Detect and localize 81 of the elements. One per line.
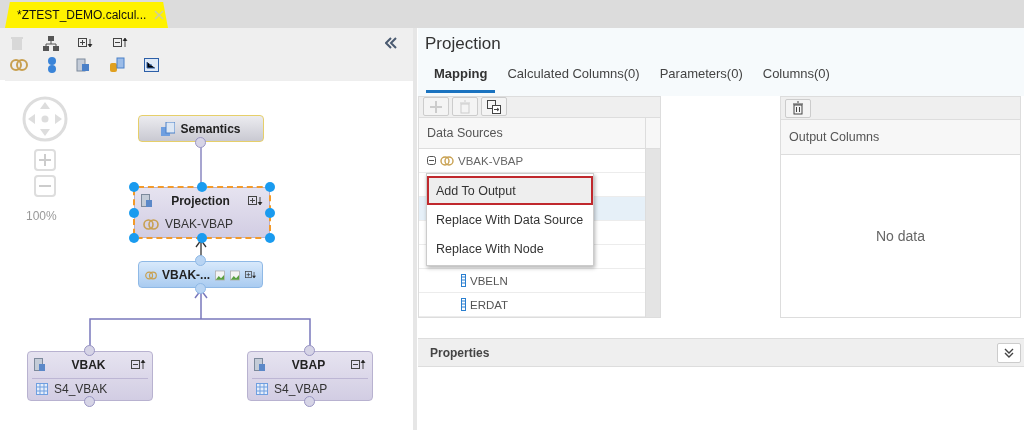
scrollbar[interactable] bbox=[645, 149, 660, 317]
collapse-all-icon[interactable] bbox=[113, 38, 129, 48]
expand-button[interactable] bbox=[997, 342, 1021, 363]
expand-icon[interactable] bbox=[244, 270, 256, 280]
node-source: S4_VBAK bbox=[54, 382, 108, 396]
port-dot[interactable] bbox=[194, 255, 206, 266]
image-icon bbox=[229, 268, 240, 282]
projection-icon bbox=[254, 358, 266, 372]
zoom-in-icon[interactable] bbox=[34, 149, 56, 171]
collapse-panel-icon[interactable] bbox=[385, 37, 397, 49]
join-icon bbox=[145, 269, 158, 281]
node-title: VBAK bbox=[70, 358, 107, 372]
collapse-icon[interactable] bbox=[427, 156, 436, 165]
join-node[interactable]: VBAK-... bbox=[138, 261, 263, 288]
empty-message: No data bbox=[875, 228, 925, 244]
tree-item[interactable]: VBAK-VBAP bbox=[458, 154, 524, 167]
zoom-level: 100% bbox=[26, 209, 57, 223]
node-title: VBAP bbox=[290, 358, 327, 372]
projection-icon[interactable] bbox=[76, 58, 90, 72]
image-icon bbox=[215, 268, 225, 282]
zoom-out-icon[interactable] bbox=[34, 175, 56, 197]
port-dot[interactable] bbox=[304, 345, 315, 356]
expand-icon[interactable] bbox=[248, 196, 263, 206]
tab[interactable]: Columns(0) bbox=[754, 58, 838, 93]
resize-handle[interactable] bbox=[129, 233, 139, 243]
join-icon bbox=[143, 218, 159, 230]
replace-button[interactable] bbox=[481, 97, 507, 117]
delete-button[interactable] bbox=[785, 98, 811, 118]
collapse-icon[interactable] bbox=[131, 360, 146, 370]
node-title: Semantics bbox=[180, 122, 241, 136]
resize-handle[interactable] bbox=[129, 182, 139, 192]
panel-title: Projection bbox=[424, 33, 502, 55]
tab[interactable]: Calculated Columns(0) bbox=[499, 58, 648, 93]
column-icon bbox=[461, 298, 466, 311]
join-icon bbox=[440, 155, 454, 166]
semantics-icon bbox=[161, 122, 176, 136]
resize-handle[interactable] bbox=[265, 182, 275, 192]
node-title: VBAK-... bbox=[162, 268, 211, 282]
trash-icon bbox=[459, 99, 471, 114]
column-header: Output Columns bbox=[788, 130, 881, 144]
section-title: Properties bbox=[430, 345, 490, 360]
projection-icon bbox=[141, 194, 153, 208]
hierarchy-icon[interactable] bbox=[43, 35, 59, 51]
trash-icon bbox=[792, 101, 804, 115]
join-icon[interactable] bbox=[10, 59, 28, 71]
node-title: Projection bbox=[170, 194, 231, 208]
replace-icon bbox=[487, 99, 501, 114]
collapse-icon[interactable] bbox=[351, 360, 366, 370]
projection-icon bbox=[34, 358, 46, 372]
expand-all-icon[interactable] bbox=[78, 38, 94, 48]
projection-node[interactable]: Projection VBAK-VBAP bbox=[134, 187, 270, 238]
editor-tab[interactable]: *ZTEST_DEMO.calcul... bbox=[5, 2, 168, 28]
port-dot[interactable] bbox=[84, 396, 95, 407]
resize-handle[interactable] bbox=[197, 182, 207, 192]
table-icon bbox=[36, 383, 48, 395]
resize-handle[interactable] bbox=[129, 207, 139, 218]
resize-handle[interactable] bbox=[197, 233, 207, 243]
table-icon bbox=[256, 383, 268, 395]
port-dot[interactable] bbox=[195, 137, 206, 148]
menu-item[interactable]: Replace With Node bbox=[427, 234, 593, 263]
menu-item[interactable]: Add To Output bbox=[427, 176, 593, 205]
plus-icon bbox=[429, 99, 443, 114]
tab[interactable]: Parameters(0) bbox=[651, 58, 751, 93]
column-icon bbox=[461, 274, 466, 287]
node-source: VBAK-VBAP bbox=[165, 217, 234, 231]
semantics-node[interactable]: Semantics bbox=[138, 115, 264, 142]
table-node[interactable]: VBAK S4_VBAK bbox=[27, 351, 153, 401]
column-header: Data Sources bbox=[426, 125, 504, 140]
node-source: S4_VBAP bbox=[274, 382, 328, 396]
port-dot[interactable] bbox=[84, 345, 95, 356]
menu-item[interactable]: Replace With Data Source bbox=[427, 205, 593, 234]
resize-handle[interactable] bbox=[265, 233, 275, 243]
resize-handle[interactable] bbox=[265, 207, 275, 218]
table-node[interactable]: VBAP S4_VBAP bbox=[247, 351, 373, 401]
tree-item[interactable]: ERDAT bbox=[470, 298, 509, 311]
editor-tab-title: *ZTEST_DEMO.calcul... bbox=[17, 8, 147, 22]
chevron-down-icon bbox=[1004, 347, 1014, 358]
port-dot[interactable] bbox=[194, 283, 206, 294]
tree-item[interactable]: VBELN bbox=[470, 274, 508, 287]
tab[interactable]: Mapping bbox=[426, 58, 496, 93]
port-dot[interactable] bbox=[304, 396, 315, 407]
